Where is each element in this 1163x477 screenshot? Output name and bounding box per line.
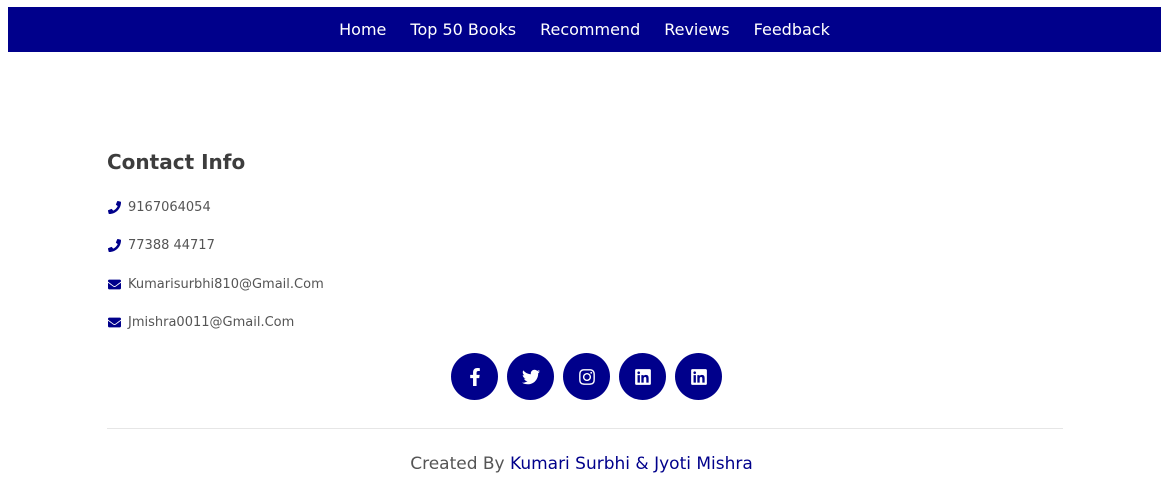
nav-reviews-link[interactable]: Reviews: [652, 7, 741, 52]
nav-recommend-link[interactable]: Recommend: [528, 7, 652, 52]
contact-email-link[interactable]: Jmishra0011@Gmail.Com: [128, 315, 294, 330]
page: Home Top 50 Books Recommend Reviews Feed…: [0, 0, 1163, 477]
contact-list: 9167064054 77388 44717 Kumarisurbhi810@G…: [107, 197, 324, 351]
nav-top-50-books-link[interactable]: Top 50 Books: [398, 7, 528, 52]
instagram-button[interactable]: [563, 353, 610, 400]
linkedin-icon: [690, 368, 707, 385]
linkedin-icon: [634, 368, 651, 385]
contact-phone-text: 9167064054: [128, 199, 211, 215]
nav-home-link[interactable]: Home: [327, 7, 398, 52]
envelope-icon: [107, 316, 121, 330]
instagram-icon: [578, 368, 595, 385]
contact-phone-text: 77388 44717: [128, 238, 215, 253]
nav-feedback-link[interactable]: Feedback: [742, 7, 842, 52]
phone-icon: [107, 200, 121, 214]
contact-item-phone-1: 9167064054: [107, 197, 324, 217]
credits-prefix: Created By: [410, 454, 511, 474]
top-navbar: Home Top 50 Books Recommend Reviews Feed…: [8, 7, 1161, 52]
contact-info-heading: Contact Info: [107, 150, 246, 174]
contact-email-link[interactable]: Kumarisurbhi810@Gmail.Com: [128, 277, 324, 292]
linkedin-button[interactable]: [619, 353, 666, 400]
contact-item-phone-2: 77388 44717: [107, 236, 324, 256]
footer-divider: [107, 428, 1063, 429]
credits-authors[interactable]: Kumari Surbhi & Jyoti Mishra: [510, 454, 753, 474]
facebook-icon: [469, 367, 480, 386]
contact-item-email-2: Jmishra0011@Gmail.Com: [107, 313, 324, 333]
twitter-button[interactable]: [507, 353, 554, 400]
envelope-icon: [107, 277, 121, 291]
nav-links: Home Top 50 Books Recommend Reviews Feed…: [327, 7, 842, 52]
facebook-button[interactable]: [451, 353, 498, 400]
twitter-icon: [521, 369, 540, 384]
footer-credits: Created By Kumari Surbhi & Jyoti Mishra: [0, 454, 1163, 474]
contact-item-email-1: Kumarisurbhi810@Gmail.Com: [107, 274, 324, 294]
linkedin-button-2[interactable]: [675, 353, 722, 400]
social-links: [451, 353, 722, 400]
phone-icon: [107, 239, 121, 253]
